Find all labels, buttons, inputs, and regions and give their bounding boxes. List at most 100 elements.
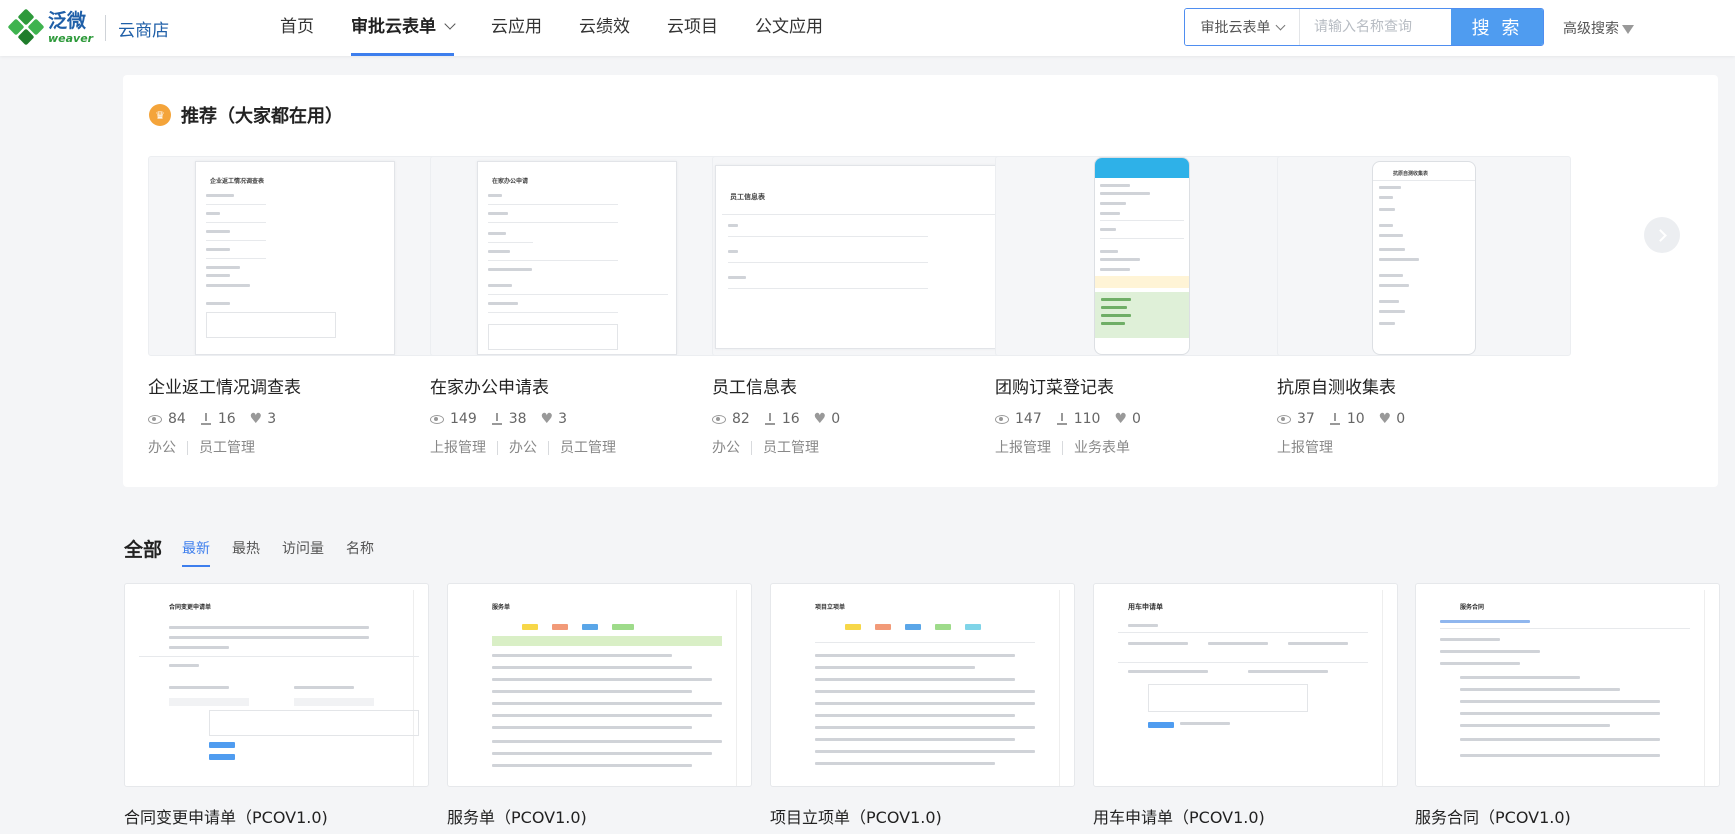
mobile-preview xyxy=(1094,157,1190,355)
search-button[interactable]: 搜 索 xyxy=(1451,9,1543,45)
heart-icon: ♥ xyxy=(1378,411,1392,427)
card-title[interactable]: 服务单（PCOV1.0) xyxy=(447,804,752,828)
view-count: 37 xyxy=(1297,411,1315,427)
recommend-card[interactable]: 员工信息表 员工信息表 82 16 ♥ 0 办公 员工管理 xyxy=(712,156,1006,455)
nav-home[interactable]: 首页 xyxy=(280,0,314,56)
thumbnail-title: 抗原自测收集表 xyxy=(1393,171,1429,177)
eye-icon xyxy=(1277,414,1291,424)
view-count: 147 xyxy=(1015,411,1042,427)
tag[interactable]: 员工管理 xyxy=(751,441,830,455)
thumbnail-title: 用车申请单 xyxy=(1128,603,1163,611)
card-title[interactable]: 用车申请单（PCOV1.0) xyxy=(1093,804,1398,828)
top-header: 泛微 weaver 云商店 首页 审批云表单 云应用 云绩效 云项目 公文应用 … xyxy=(0,0,1735,56)
download-count: 38 xyxy=(508,411,527,427)
card-tags: 上报管理 办公 员工管理 xyxy=(430,441,724,455)
chevron-down-icon xyxy=(444,18,456,30)
nav-cloud-performance[interactable]: 云绩效 xyxy=(579,0,630,56)
carousel-next-button[interactable] xyxy=(1644,217,1680,253)
form-card[interactable]: 服务单 服务单（PCOV1.0) xyxy=(447,583,752,828)
form-card[interactable]: 服务合同 服务合同（PCOV1.0) xyxy=(1415,583,1720,828)
view-count: 149 xyxy=(450,411,477,427)
nav-approval-forms[interactable]: 审批云表单 xyxy=(351,0,456,56)
card-stats: 147 110 ♥ 0 xyxy=(995,411,1289,427)
logo-cn-text: 泛微 xyxy=(48,10,87,32)
search-input[interactable] xyxy=(1300,9,1451,45)
card-stats: 149 38 ♥ 3 xyxy=(430,411,724,427)
nav-home-label: 首页 xyxy=(280,17,314,37)
crown-icon: ♛ xyxy=(149,104,171,126)
main-nav: 首页 审批云表单 云应用 云绩效 云项目 公文应用 xyxy=(280,0,860,56)
card-title[interactable]: 团购订菜登记表 xyxy=(995,373,1289,398)
nav-cloud-projects[interactable]: 云项目 xyxy=(667,0,718,56)
form-card[interactable]: 用车申请单 用车申请单（PCOV1.0) xyxy=(1093,583,1398,828)
advanced-search-link[interactable]: 高级搜索 xyxy=(1563,18,1634,38)
heart-icon: ♥ xyxy=(540,411,554,427)
sort-newest[interactable]: 最新 xyxy=(182,538,211,567)
sort-name[interactable]: 名称 xyxy=(346,538,374,562)
sort-visits[interactable]: 访问量 xyxy=(282,538,324,562)
form-thumbnail[interactable]: 在家办公申请 xyxy=(430,156,724,356)
eye-icon xyxy=(712,414,726,424)
recommend-panel: ♛ 推荐（大家都在用） 企业返工情况调查表 企业返工情况调查表 84 16 ♥ 3 xyxy=(123,75,1718,487)
form-thumbnail[interactable]: 服务合同 xyxy=(1415,583,1720,787)
recommend-card[interactable]: 抗原自测收集表 抗原自测收集表 37 10 ♥ 0 上报管理 xyxy=(1277,156,1571,455)
form-thumbnail[interactable]: 用车申请单 xyxy=(1093,583,1398,787)
form-thumbnail[interactable]: 服务单 xyxy=(447,583,752,787)
card-title[interactable]: 项目立项单（PCOV1.0) xyxy=(770,804,1075,828)
nav-document-apps-label: 公文应用 xyxy=(755,17,823,37)
card-tags: 办公 员工管理 xyxy=(712,441,1006,455)
tag[interactable]: 上报管理 xyxy=(995,441,1062,455)
download-count: 110 xyxy=(1073,411,1101,427)
card-title[interactable]: 抗原自测收集表 xyxy=(1277,373,1571,398)
like-count: 3 xyxy=(558,411,568,427)
card-title[interactable]: 在家办公申请表 xyxy=(430,373,724,398)
form-thumbnail[interactable]: 抗原自测收集表 xyxy=(1277,156,1571,356)
nav-cloud-projects-label: 云项目 xyxy=(667,17,718,37)
chevron-right-icon xyxy=(1653,228,1667,242)
tag[interactable]: 办公 xyxy=(712,441,751,455)
tag[interactable]: 员工管理 xyxy=(187,441,266,455)
recommend-card[interactable]: 企业返工情况调查表 企业返工情况调查表 84 16 ♥ 3 办公 员工管理 xyxy=(148,156,442,455)
nav-cloud-apps[interactable]: 云应用 xyxy=(491,0,542,56)
form-thumbnail[interactable]: 企业返工情况调查表 xyxy=(148,156,442,356)
weaver-logo-icon xyxy=(7,8,45,46)
tag[interactable]: 上报管理 xyxy=(1277,441,1344,455)
recommend-card[interactable]: 在家办公申请 在家办公申请表 149 38 ♥ 3 上报管理 办公 员工管理 xyxy=(430,156,724,455)
form-card[interactable]: 合同变更申请单 合同变更申请单（PCOV1.0) xyxy=(124,583,429,828)
download-icon xyxy=(1329,413,1341,425)
tag[interactable]: 员工管理 xyxy=(548,441,627,455)
like-count: 3 xyxy=(267,411,277,427)
form-card[interactable]: 项目立项单 项目立项单（PCOV1.0) xyxy=(770,583,1075,828)
like-count: 0 xyxy=(1132,411,1141,427)
brand-logo[interactable]: 泛微 weaver 云商店 xyxy=(7,8,169,48)
recommend-card[interactable]: 团购订菜登记表 147 110 ♥ 0 上报管理 业务表单 xyxy=(995,156,1289,455)
form-thumbnail[interactable]: 合同变更申请单 xyxy=(124,583,429,787)
tag[interactable]: 办公 xyxy=(148,441,187,455)
heart-icon: ♥ xyxy=(249,411,263,427)
tag[interactable]: 上报管理 xyxy=(430,441,497,455)
nav-document-apps[interactable]: 公文应用 xyxy=(755,0,823,56)
chevron-down-icon xyxy=(1275,20,1285,30)
heart-icon: ♥ xyxy=(813,411,827,427)
search-scope-select[interactable]: 审批云表单 xyxy=(1185,9,1300,45)
card-stats: 82 16 ♥ 0 xyxy=(712,411,1006,427)
card-title[interactable]: 合同变更申请单（PCOV1.0) xyxy=(124,804,429,828)
tag[interactable]: 业务表单 xyxy=(1062,441,1141,455)
form-thumbnail[interactable]: 员工信息表 xyxy=(712,156,1006,356)
search-bar: 审批云表单 搜 索 xyxy=(1184,8,1544,46)
card-title[interactable]: 企业返工情况调查表 xyxy=(148,373,442,398)
download-count: 10 xyxy=(1346,411,1365,427)
card-title[interactable]: 员工信息表 xyxy=(712,373,1006,398)
form-thumbnail[interactable] xyxy=(995,156,1289,356)
logo-divider xyxy=(105,15,107,41)
eye-icon xyxy=(995,414,1009,424)
sort-hottest[interactable]: 最热 xyxy=(232,538,260,562)
card-tags: 上报管理 业务表单 xyxy=(995,441,1289,455)
mobile-preview: 抗原自测收集表 xyxy=(1372,161,1476,355)
tag[interactable]: 办公 xyxy=(497,441,548,455)
card-tags: 上报管理 xyxy=(1277,441,1571,455)
recommend-title-text: 推荐（大家都在用） xyxy=(181,106,343,127)
card-title[interactable]: 服务合同（PCOV1.0) xyxy=(1415,804,1720,828)
form-thumbnail[interactable]: 项目立项单 xyxy=(770,583,1075,787)
download-count: 16 xyxy=(217,411,236,427)
